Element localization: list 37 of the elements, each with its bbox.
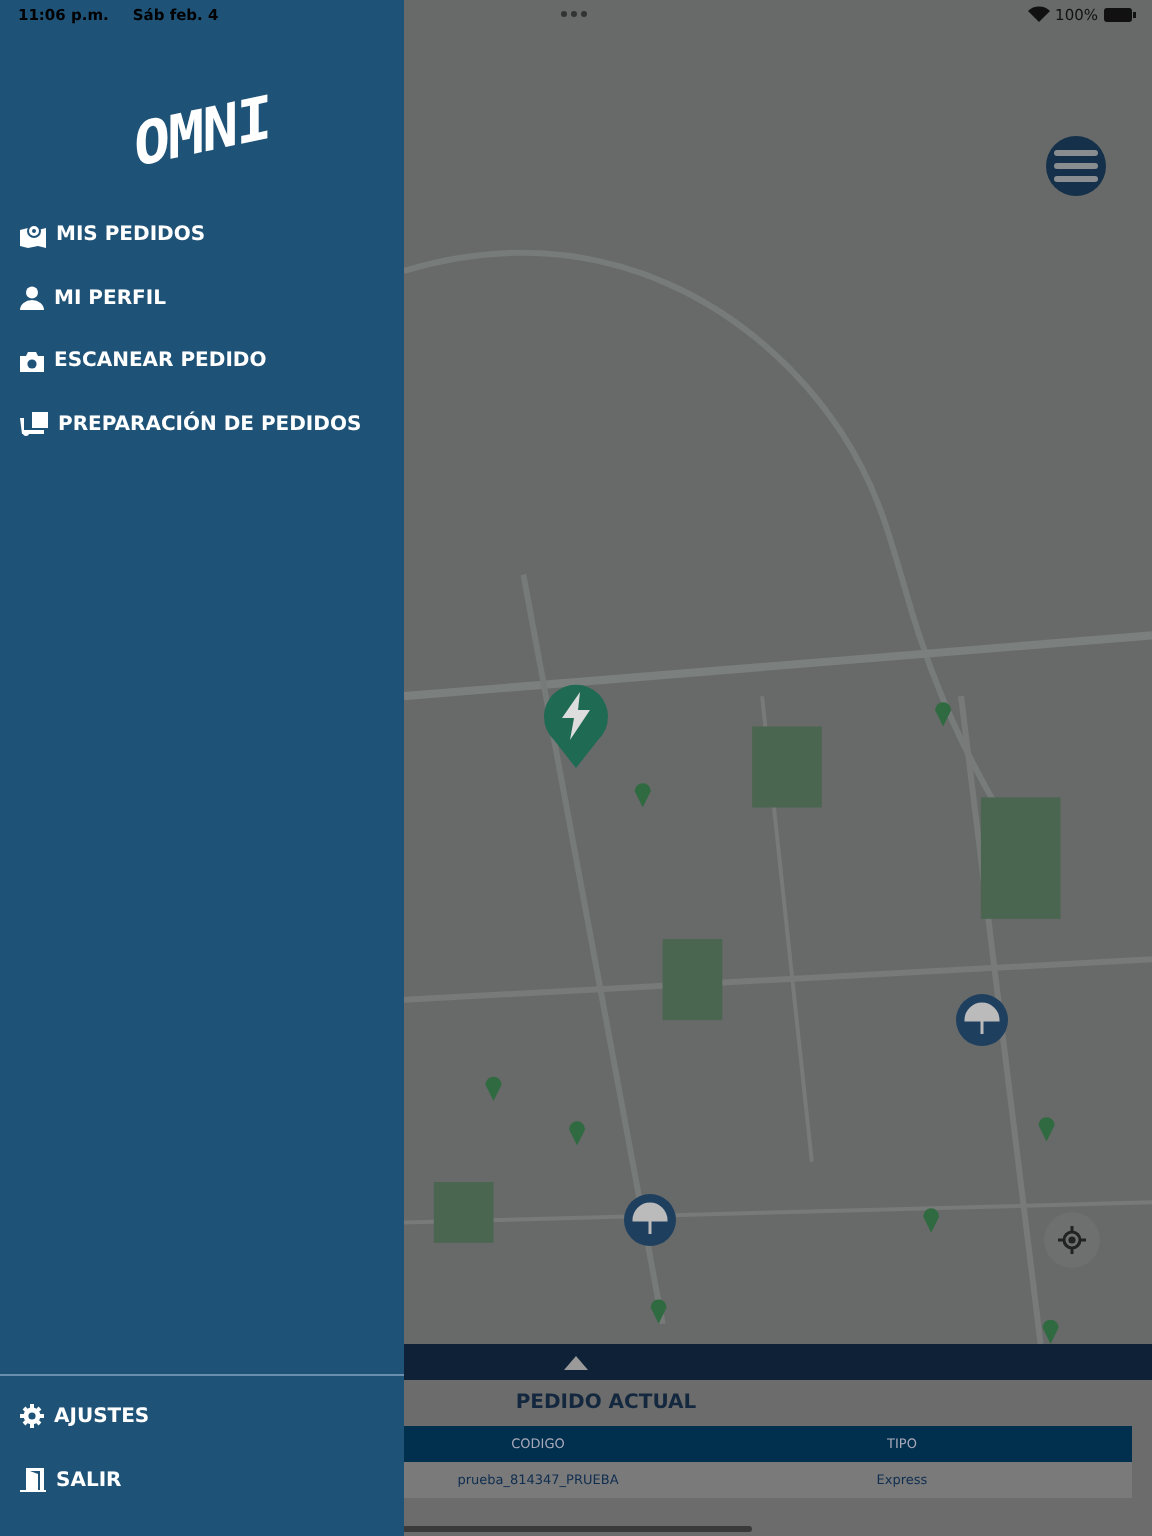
tree-marker-icon — [935, 702, 952, 727]
tree-marker-icon — [650, 1299, 667, 1324]
more-dots-icon — [560, 10, 588, 18]
battery-icon — [1104, 7, 1136, 21]
tree-marker-icon — [923, 1208, 940, 1233]
menu-icon — [1054, 148, 1098, 184]
menu-button[interactable] — [1046, 136, 1106, 196]
menu-item[interactable]: ESCANEAR PEDIDO — [0, 330, 404, 393]
caret-up-icon[interactable] — [564, 1355, 588, 1369]
menu-item[interactable]: PREPARACIÓN DE PEDIDOS — [0, 393, 404, 456]
park-area — [752, 726, 822, 808]
locate-button[interactable] — [1044, 1212, 1100, 1268]
door-exit-icon — [20, 1468, 46, 1492]
umbrella-marker-icon — [622, 1192, 678, 1248]
menu-item[interactable]: SALIR — [0, 1448, 404, 1512]
park-area — [662, 939, 723, 1021]
settings-icon — [20, 1404, 44, 1428]
menu-item[interactable]: MI PERFIL — [0, 267, 404, 330]
wifi-icon — [1027, 6, 1050, 22]
user-icon — [20, 286, 44, 311]
umbrella-marker-icon — [954, 992, 1010, 1048]
map-pin-icon — [20, 223, 46, 248]
menu-item[interactable]: MIS PEDIDOS — [0, 204, 404, 267]
hand-truck-icon — [20, 412, 48, 437]
tree-marker-icon — [634, 783, 651, 808]
logo: OMNI — [133, 89, 271, 179]
menu-item[interactable]: AJUSTES — [0, 1384, 404, 1448]
tree-marker-icon — [485, 1076, 502, 1102]
tree-marker-icon — [1038, 1117, 1055, 1142]
park-area — [433, 1182, 494, 1243]
camera-icon — [20, 351, 44, 372]
park-area — [980, 797, 1061, 919]
tree-marker-icon — [569, 1121, 586, 1146]
tree-marker-icon — [1042, 1319, 1059, 1344]
panel-title: PEDIDO ACTUAL — [515, 1392, 697, 1414]
lightning-marker-icon — [542, 680, 610, 768]
crosshair-icon — [1058, 1226, 1086, 1254]
